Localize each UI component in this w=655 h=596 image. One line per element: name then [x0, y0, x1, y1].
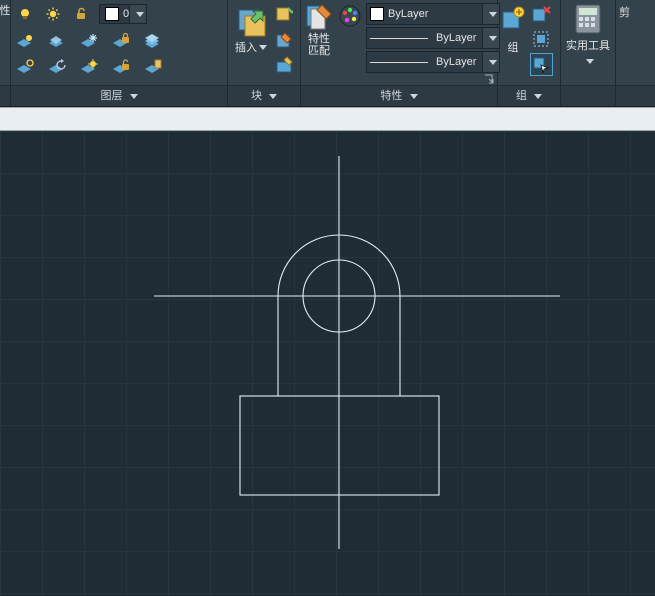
- layer-match-icon[interactable]: [15, 57, 35, 77]
- panel-layers: 0: [11, 0, 227, 106]
- layer-lock-icon[interactable]: [111, 31, 131, 51]
- model-space[interactable]: [0, 131, 655, 596]
- match-prop-label2: 匹配: [308, 45, 330, 57]
- grid: [0, 131, 655, 596]
- ribbon: 性: [0, 0, 655, 107]
- drawing-canvas[interactable]: [0, 131, 655, 596]
- layer-freeze-icon[interactable]: [79, 31, 99, 51]
- right-edge-glyph: 剪: [619, 4, 630, 20]
- layer-unlock-icon[interactable]: [111, 57, 131, 77]
- group-create-button[interactable]: [500, 3, 526, 35]
- insert-block-icon: [235, 5, 267, 37]
- panel-partial-left: 性: [0, 0, 10, 106]
- linetype-dropdown[interactable]: ByLayer: [366, 51, 500, 73]
- chevron-down-icon[interactable]: [482, 4, 499, 24]
- match-properties-button[interactable]: 特性 匹配: [304, 3, 334, 57]
- color-value: ByLayer: [388, 8, 482, 20]
- panel-title-layers[interactable]: 图层: [11, 85, 227, 106]
- panel-title-group[interactable]: 组: [498, 85, 560, 106]
- chevron-down-icon[interactable]: [129, 5, 146, 23]
- edit-block-button[interactable]: [273, 29, 294, 50]
- panel-utilities: 实用工具: [561, 0, 615, 106]
- lineweight-dropdown[interactable]: ByLayer: [366, 27, 500, 49]
- unlock-icon: [71, 4, 91, 24]
- layer-thaw-icon[interactable]: [79, 57, 99, 77]
- chevron-down-icon: [534, 94, 542, 99]
- panel-properties: 特性 匹配: [301, 0, 497, 106]
- linetype-sample: [370, 62, 428, 63]
- group-label: 组: [508, 39, 519, 55]
- panel-title-properties[interactable]: 特性: [301, 85, 497, 106]
- panel-title-blocks[interactable]: 块: [228, 85, 300, 106]
- bulb-icon: [15, 4, 35, 24]
- layer-off-icon[interactable]: [15, 31, 35, 51]
- layer-color-swatch: [105, 7, 119, 21]
- ungroup-button[interactable]: [531, 3, 552, 24]
- color-dropdown[interactable]: ByLayer: [366, 3, 500, 25]
- palette-icon[interactable]: [338, 4, 362, 28]
- chevron-down-icon: [410, 94, 418, 99]
- layer-prev-icon[interactable]: [47, 57, 67, 77]
- insert-label: 插入: [235, 39, 257, 55]
- calculator-icon[interactable]: [573, 3, 603, 35]
- panel-partial-right: 剪: [616, 0, 655, 106]
- layer-states-icon[interactable]: [143, 31, 163, 51]
- file-tab-strip[interactable]: [0, 107, 655, 131]
- layer-dropdown[interactable]: 0: [99, 4, 147, 24]
- layer-walk-icon[interactable]: [143, 57, 163, 77]
- layer-isolate-icon[interactable]: [47, 31, 67, 51]
- color-swatch: [370, 7, 384, 21]
- group-edit-button[interactable]: [531, 28, 552, 49]
- edit-attributes-button[interactable]: [273, 54, 294, 75]
- insert-block-button[interactable]: 插入: [231, 3, 271, 55]
- utilities-label: 实用工具: [566, 37, 610, 53]
- match-prop-label1: 特性: [308, 33, 330, 45]
- chevron-down-icon: [130, 94, 138, 99]
- dialog-launcher-icon[interactable]: [484, 74, 494, 84]
- chevron-down-icon: [259, 45, 267, 50]
- chevron-down-icon[interactable]: [482, 52, 499, 72]
- create-block-button[interactable]: [273, 4, 294, 25]
- panel-blocks: 插入 块: [228, 0, 300, 106]
- lineweight-value: ByLayer: [436, 32, 482, 44]
- panel-group: 组 组: [498, 0, 560, 106]
- group-select-button[interactable]: [530, 53, 553, 76]
- left-edge-glyph: 性: [0, 2, 11, 18]
- lineweight-sample: [370, 38, 428, 39]
- linetype-value: ByLayer: [436, 56, 482, 68]
- sun-icon: [43, 4, 63, 24]
- chevron-down-icon: [586, 59, 594, 64]
- chevron-down-icon: [269, 94, 277, 99]
- chevron-down-icon[interactable]: [482, 28, 499, 48]
